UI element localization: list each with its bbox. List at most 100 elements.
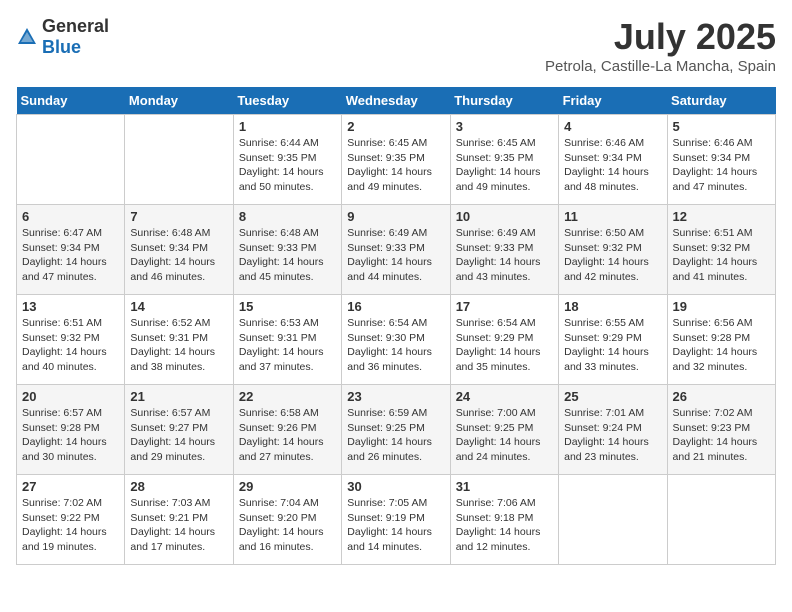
calendar-cell: 1 Sunrise: 6:44 AM Sunset: 9:35 PM Daylig… xyxy=(233,115,341,205)
day-number: 28 xyxy=(130,479,227,494)
day-info: Sunrise: 6:51 AM Sunset: 9:32 PM Dayligh… xyxy=(673,226,770,285)
day-number: 3 xyxy=(456,119,553,134)
day-number: 22 xyxy=(239,389,336,404)
day-of-week-header: Thursday xyxy=(450,87,558,115)
day-info: Sunrise: 6:45 AM Sunset: 9:35 PM Dayligh… xyxy=(347,136,444,195)
day-number: 2 xyxy=(347,119,444,134)
calendar-cell: 9 Sunrise: 6:49 AM Sunset: 9:33 PM Daylig… xyxy=(342,205,450,295)
day-info: Sunrise: 7:02 AM Sunset: 9:23 PM Dayligh… xyxy=(673,406,770,465)
calendar-cell: 5 Sunrise: 6:46 AM Sunset: 9:34 PM Daylig… xyxy=(667,115,775,205)
calendar-cell: 31Sunrise: 7:06 AM Sunset: 9:18 PM Dayli… xyxy=(450,475,558,565)
title-area: July 2025 Petrola, Castille-La Mancha, S… xyxy=(545,16,776,75)
day-of-week-header: Monday xyxy=(125,87,233,115)
day-info: Sunrise: 6:54 AM Sunset: 9:30 PM Dayligh… xyxy=(347,316,444,375)
day-info: Sunrise: 6:49 AM Sunset: 9:33 PM Dayligh… xyxy=(347,226,444,285)
calendar-cell: 23 Sunrise: 6:59 AM Sunset: 9:25 PM Dayli… xyxy=(342,385,450,475)
day-number: 10 xyxy=(456,209,553,224)
day-of-week-header: Friday xyxy=(559,87,667,115)
day-number: 18 xyxy=(564,299,661,314)
calendar-cell: 24Sunrise: 7:00 AM Sunset: 9:25 PM Dayli… xyxy=(450,385,558,475)
day-number: 13 xyxy=(22,299,119,314)
day-number: 1 xyxy=(239,119,336,134)
day-number: 27 xyxy=(22,479,119,494)
day-number: 8 xyxy=(239,209,336,224)
day-number: 16 xyxy=(347,299,444,314)
calendar-cell: 7Sunrise: 6:48 AM Sunset: 9:34 PM Daylig… xyxy=(125,205,233,295)
calendar-header-row: SundayMondayTuesdayWednesdayThursdayFrid… xyxy=(17,87,776,115)
calendar-cell: 22Sunrise: 6:58 AM Sunset: 9:26 PM Dayli… xyxy=(233,385,341,475)
calendar-cell: 25Sunrise: 7:01 AM Sunset: 9:24 PM Dayli… xyxy=(559,385,667,475)
day-info: Sunrise: 7:02 AM Sunset: 9:22 PM Dayligh… xyxy=(22,496,119,555)
calendar-cell: 17 Sunrise: 6:54 AM Sunset: 9:29 PM Dayli… xyxy=(450,295,558,385)
day-number: 21 xyxy=(130,389,227,404)
calendar-cell: 3 Sunrise: 6:45 AM Sunset: 9:35 PM Daylig… xyxy=(450,115,558,205)
calendar-cell xyxy=(667,475,775,565)
day-info: Sunrise: 7:04 AM Sunset: 9:20 PM Dayligh… xyxy=(239,496,336,555)
day-of-week-header: Tuesday xyxy=(233,87,341,115)
day-info: Sunrise: 6:57 AM Sunset: 9:27 PM Dayligh… xyxy=(130,406,227,465)
calendar-cell: 13 Sunrise: 6:51 AM Sunset: 9:32 PM Dayli… xyxy=(17,295,125,385)
day-number: 9 xyxy=(347,209,444,224)
day-info: Sunrise: 6:46 AM Sunset: 9:34 PM Dayligh… xyxy=(673,136,770,195)
day-number: 23 xyxy=(347,389,444,404)
day-info: Sunrise: 6:59 AM Sunset: 9:25 PM Dayligh… xyxy=(347,406,444,465)
calendar-cell: 11 Sunrise: 6:50 AM Sunset: 9:32 PM Dayli… xyxy=(559,205,667,295)
day-number: 4 xyxy=(564,119,661,134)
calendar-cell: 19Sunrise: 6:56 AM Sunset: 9:28 PM Dayli… xyxy=(667,295,775,385)
day-info: Sunrise: 6:44 AM Sunset: 9:35 PM Dayligh… xyxy=(239,136,336,195)
day-number: 19 xyxy=(673,299,770,314)
day-number: 6 xyxy=(22,209,119,224)
calendar-cell: 21 Sunrise: 6:57 AM Sunset: 9:27 PM Dayli… xyxy=(125,385,233,475)
day-info: Sunrise: 7:05 AM Sunset: 9:19 PM Dayligh… xyxy=(347,496,444,555)
day-number: 12 xyxy=(673,209,770,224)
location-title: Petrola, Castille-La Mancha, Spain xyxy=(545,58,776,75)
logo-blue: Blue xyxy=(42,37,81,57)
day-info: Sunrise: 6:53 AM Sunset: 9:31 PM Dayligh… xyxy=(239,316,336,375)
day-info: Sunrise: 6:45 AM Sunset: 9:35 PM Dayligh… xyxy=(456,136,553,195)
calendar-week-row: 6 Sunrise: 6:47 AM Sunset: 9:34 PM Daylig… xyxy=(17,205,776,295)
calendar-table: SundayMondayTuesdayWednesdayThursdayFrid… xyxy=(16,87,776,565)
calendar-cell: 29 Sunrise: 7:04 AM Sunset: 9:20 PM Dayli… xyxy=(233,475,341,565)
day-info: Sunrise: 6:57 AM Sunset: 9:28 PM Dayligh… xyxy=(22,406,119,465)
calendar-cell: 6 Sunrise: 6:47 AM Sunset: 9:34 PM Daylig… xyxy=(17,205,125,295)
calendar-cell: 27 Sunrise: 7:02 AM Sunset: 9:22 PM Dayli… xyxy=(17,475,125,565)
day-info: Sunrise: 6:54 AM Sunset: 9:29 PM Dayligh… xyxy=(456,316,553,375)
calendar-cell: 16 Sunrise: 6:54 AM Sunset: 9:30 PM Dayli… xyxy=(342,295,450,385)
day-number: 7 xyxy=(130,209,227,224)
calendar-week-row: 27 Sunrise: 7:02 AM Sunset: 9:22 PM Dayli… xyxy=(17,475,776,565)
day-of-week-header: Sunday xyxy=(17,87,125,115)
day-number: 11 xyxy=(564,209,661,224)
calendar-cell: 10 Sunrise: 6:49 AM Sunset: 9:33 PM Dayli… xyxy=(450,205,558,295)
page-header: General Blue July 2025 Petrola, Castille… xyxy=(16,16,776,75)
day-info: Sunrise: 6:50 AM Sunset: 9:32 PM Dayligh… xyxy=(564,226,661,285)
calendar-cell: 20Sunrise: 6:57 AM Sunset: 9:28 PM Dayli… xyxy=(17,385,125,475)
logo-general: General xyxy=(42,16,109,36)
month-title: July 2025 xyxy=(545,16,776,58)
day-number: 25 xyxy=(564,389,661,404)
day-info: Sunrise: 6:49 AM Sunset: 9:33 PM Dayligh… xyxy=(456,226,553,285)
calendar-cell xyxy=(559,475,667,565)
day-number: 5 xyxy=(673,119,770,134)
day-number: 29 xyxy=(239,479,336,494)
day-info: Sunrise: 6:51 AM Sunset: 9:32 PM Dayligh… xyxy=(22,316,119,375)
day-info: Sunrise: 6:47 AM Sunset: 9:34 PM Dayligh… xyxy=(22,226,119,285)
calendar-cell: 8Sunrise: 6:48 AM Sunset: 9:33 PM Daylig… xyxy=(233,205,341,295)
calendar-cell: 12 Sunrise: 6:51 AM Sunset: 9:32 PM Dayli… xyxy=(667,205,775,295)
logo-icon xyxy=(16,26,38,48)
calendar-cell: 4 Sunrise: 6:46 AM Sunset: 9:34 PM Daylig… xyxy=(559,115,667,205)
calendar-cell xyxy=(125,115,233,205)
day-number: 15 xyxy=(239,299,336,314)
day-info: Sunrise: 6:55 AM Sunset: 9:29 PM Dayligh… xyxy=(564,316,661,375)
day-number: 17 xyxy=(456,299,553,314)
calendar-week-row: 1 Sunrise: 6:44 AM Sunset: 9:35 PM Daylig… xyxy=(17,115,776,205)
calendar-week-row: 20Sunrise: 6:57 AM Sunset: 9:28 PM Dayli… xyxy=(17,385,776,475)
calendar-cell: 2 Sunrise: 6:45 AM Sunset: 9:35 PM Daylig… xyxy=(342,115,450,205)
day-number: 31 xyxy=(456,479,553,494)
calendar-cell: 30Sunrise: 7:05 AM Sunset: 9:19 PM Dayli… xyxy=(342,475,450,565)
day-info: Sunrise: 6:46 AM Sunset: 9:34 PM Dayligh… xyxy=(564,136,661,195)
day-number: 24 xyxy=(456,389,553,404)
calendar-cell: 26Sunrise: 7:02 AM Sunset: 9:23 PM Dayli… xyxy=(667,385,775,475)
day-of-week-header: Saturday xyxy=(667,87,775,115)
day-number: 14 xyxy=(130,299,227,314)
calendar-cell xyxy=(17,115,125,205)
